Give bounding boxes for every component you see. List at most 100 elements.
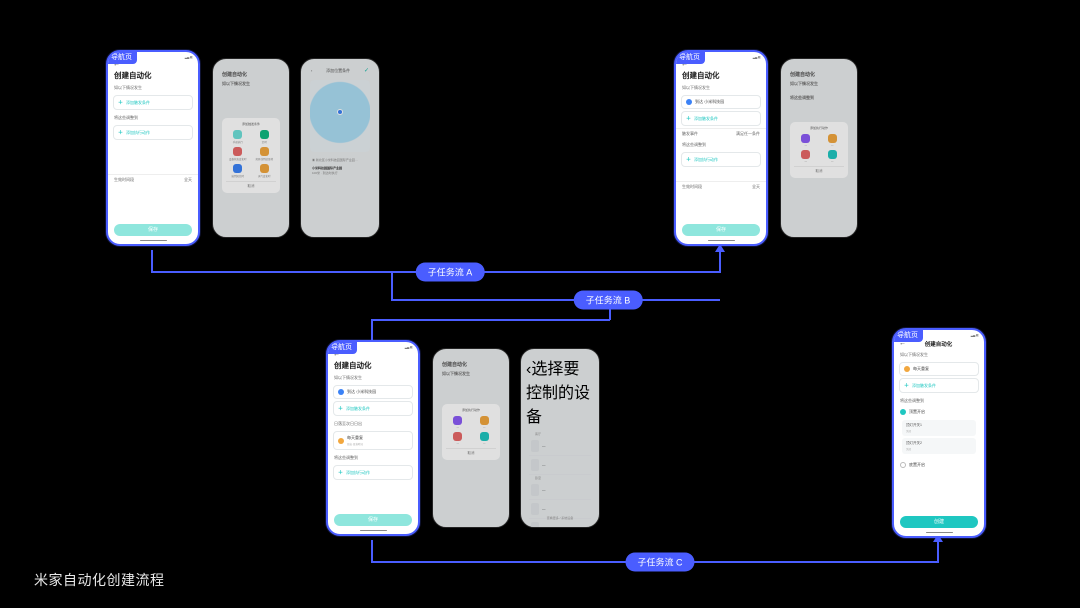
home-indicator [708,240,735,242]
trigger-chip[interactable]: 到达 小米科技园 [681,95,761,109]
trigger-opt[interactable]: 设备状态变化时 [226,147,250,161]
action-opt[interactable]: — [446,416,470,429]
device-row[interactable]: — [529,481,591,500]
sheet-cancel[interactable]: 取消 [446,448,496,456]
sun-icon [904,366,910,372]
location-result[interactable]: ◉ 新北区小米科技园国际产业园… 小米科技园国际产业园 100米 · 到达时执行 [306,156,374,177]
device-thumb-icon [531,522,539,528]
sheet-cancel[interactable]: 取消 [794,166,844,174]
section-if-label: 如以下情况发生 [676,82,766,93]
action-opt[interactable]: — [473,432,497,445]
flow-label-c: 子任务流 C [625,553,694,572]
action-opt[interactable]: — [473,416,497,429]
trigger-chip[interactable]: 到达 小米科技园 [333,385,413,399]
trigger-opt[interactable]: 接到短信时 [226,164,250,178]
add-action-card[interactable]: ＋添加执行动作 [333,465,413,480]
create-button[interactable]: 创建 [900,516,978,528]
sun-icon [338,438,344,444]
device-thumb-icon [531,484,539,496]
plus-icon: ＋ [686,156,691,163]
device-thumb-icon [531,459,539,471]
action-type-sheet: 添加执行动作 — — — — 取消 [790,122,848,178]
geofence-map[interactable] [310,80,370,152]
add-action-card[interactable]: ＋添加执行动作 [681,152,761,167]
diagram-caption: 米家自动化创建流程 [34,570,165,590]
match-condition-row[interactable]: 触发事件满足任一条件 [676,128,766,139]
add-trigger-card[interactable]: ＋添加触发条件 [899,378,979,393]
phone-trigger-sheet: 创建自动化 如以下情况发生 添加触发条件 手动执行 定时 设备状态变化时 离开或… [212,58,290,238]
flow-label-a: 子任务流 A [416,263,485,282]
action-opt[interactable]: — [794,150,818,163]
phone-device-list: ‹选择要控制的设备 客厅 — — 卧室 — — — 书房 — 查看更多 / 系统… [520,348,600,528]
section-then-label: 将这些调整到 [894,395,984,406]
page-title: 创建自动化 [786,69,852,80]
location-icon [338,389,344,395]
add-action-card[interactable]: ＋添加执行动作 [113,125,193,140]
effective-time-row[interactable]: 生效时间段全天 [108,174,198,185]
trigger-type-sheet: 添加触发条件 手动执行 定时 设备状态变化时 离开或到达某地 接到短信时 天气变… [222,118,280,193]
back-icon[interactable]: ‹ [311,68,312,73]
trigger-opt[interactable]: 离开或到达某地 [253,147,277,161]
section-if-label: 如以下情况发生 [328,372,418,383]
device-thumb-icon [531,503,539,515]
action-opt[interactable]: — [794,134,818,147]
phone-action-sheet-2: 创建自动化 如以下情况发生 将这些调整到 添加执行动作 — — — — 取消 [780,58,858,238]
device-row[interactable]: — [529,437,591,456]
home-indicator [140,240,167,242]
trigger-opt[interactable]: 手动执行 [226,130,250,144]
action-item[interactable]: 顶灯开关2关闭 [902,438,976,454]
sheet-title: 添加触发条件 [226,122,276,127]
limit-chip[interactable]: 每天重复日出·日落时间 [333,431,413,450]
home-indicator [926,532,953,534]
plus-icon: ＋ [338,405,343,412]
phone-action-sheet-3: 创建自动化 如以下情况发生 添加执行动作 — — — — 取消 [432,348,510,528]
action-type-sheet: 添加执行动作 — — — — 取消 [442,404,500,460]
device-list-title: 选择要控制的设备 [526,361,590,426]
device-thumb-icon [531,440,539,452]
page-title: 创建自动化 [676,68,766,82]
trigger-opt[interactable]: 天气变化时 [253,164,277,178]
effective-time-row[interactable]: 生效时间段全天 [676,181,766,192]
action-opt[interactable]: — [446,432,470,445]
nav-tag: 导航页 [106,50,137,64]
add-trigger-card[interactable]: ＋添加触发条件 [333,401,413,416]
action-opt[interactable]: — [821,150,845,163]
plus-icon: ＋ [118,99,123,106]
plus-icon: ＋ [338,469,343,476]
phone-b-start: 导航页 ••▂▃ ◧ ← 创建自动化 如以下情况发生 到达 小米科技园 ＋添加触… [326,340,420,536]
sheet-cancel[interactable]: 取消 [226,181,276,189]
trigger-opt[interactable]: 定时 [253,130,277,144]
device-group-toggle[interactable]: 顶置开启 [894,406,984,418]
location-icon [686,99,692,105]
add-trigger-card[interactable]: ＋添加触发条件 [113,95,193,110]
plus-icon: ＋ [118,129,123,136]
device-group-toggle-2[interactable]: 底置开启 [894,456,984,471]
page-title: 创建自动化 [218,69,284,80]
action-item[interactable]: 顶灯开关1关闭 [902,420,976,436]
page-title: 创建自动化 [925,338,953,348]
nav-tag: 导航页 [674,50,705,64]
section-if-label: 如以下情况发生 [894,348,984,360]
save-button[interactable]: 保存 [334,514,412,526]
section-if-label: 如以下情况发生 [218,80,284,88]
map-title: 添加位置条件 [326,68,350,74]
sheet-title: 添加执行动作 [794,126,844,131]
device-row[interactable]: — [529,456,591,475]
nav-tag: 导航页 [326,340,357,354]
toggle-off-icon [900,462,906,468]
save-button[interactable]: 保存 [682,224,760,236]
section-then-label: 将这些调整到 [786,94,852,102]
plus-icon: ＋ [904,382,909,389]
flow-label-b: 子任务流 B [574,291,643,310]
save-button[interactable]: 保存 [114,224,192,236]
confirm-icon[interactable]: ✓ [364,67,369,74]
phone-start: 导航页 ••▂▃ ◧ ← 创建自动化 如以下情况发生 ＋添加触发条件 将这些调整… [106,50,200,246]
sheet-title: 添加执行动作 [446,408,496,413]
add-trigger-card[interactable]: ＋添加触发条件 [681,111,761,126]
action-opt[interactable]: — [821,134,845,147]
toggle-on-icon [900,409,906,415]
device-list-footer[interactable]: 查看更多 / 系统设备 [521,515,599,521]
limit-chip[interactable]: 每天重复 [899,362,979,376]
phone-result: 导航页 ••▂▃ ◧ ← 创建自动化 如以下情况发生 每天重复 ＋添加触发条件 … [892,328,986,538]
page-title: 创建自动化 [108,68,198,82]
